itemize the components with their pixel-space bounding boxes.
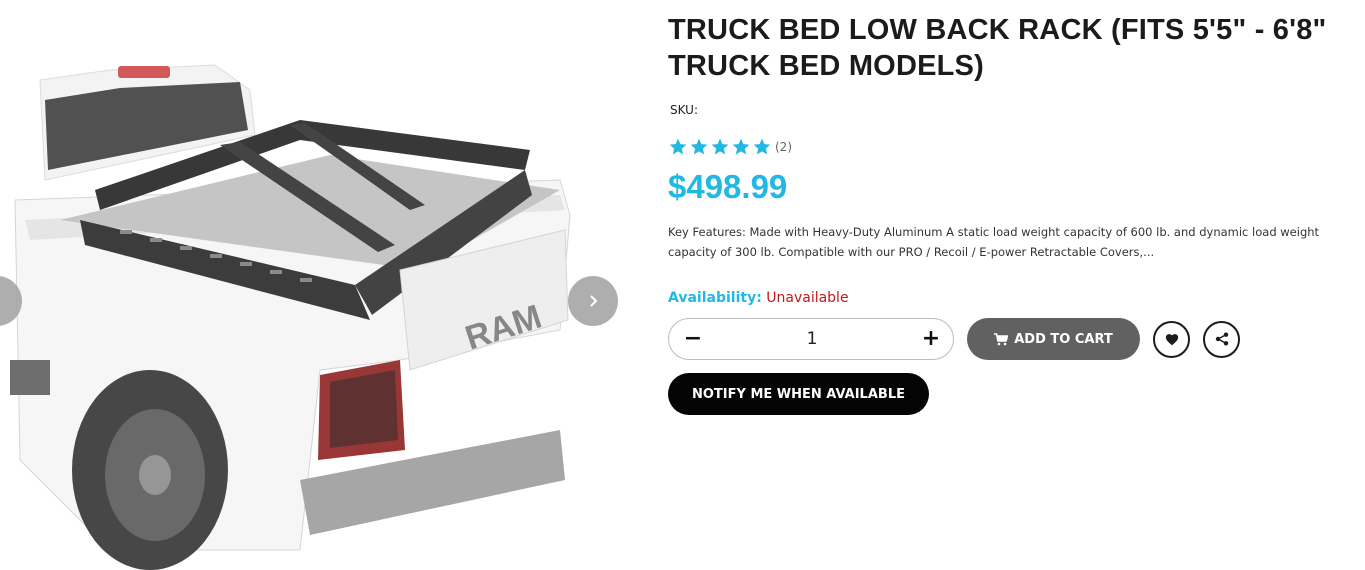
product-price: $498.99 [668,168,788,205]
quantity-decrease-button[interactable]: − [683,328,703,350]
product-description: Key Features: Made with Heavy-Duty Alumi… [668,225,1320,259]
notify-me-button[interactable]: NOTIFY ME WHEN AVAILABLE [668,373,929,415]
availability-status: Unavailable [766,290,849,306]
chevron-right-icon [590,295,598,307]
star-icon [711,138,729,155]
purchase-actions: − 1 + ADD TO CART [668,318,1240,360]
sku: SKU: [668,103,1358,119]
star-icon [753,138,771,155]
quantity-increase-button[interactable]: + [921,328,941,350]
review-count[interactable]: (2) [775,140,792,154]
star-rating [668,137,772,157]
chevron-left-icon [0,294,4,308]
quantity-input[interactable]: 1 [807,329,818,349]
star-icon [732,138,750,155]
wishlist-button[interactable] [1153,320,1190,358]
star-icon [669,138,687,155]
quantity-stepper: − 1 + [668,318,954,360]
share-button[interactable] [1203,320,1240,358]
product-image: RAM [0,30,640,570]
product-info: TRUCK BED LOW BACK RACK (FITS 5'5" - 6'8… [668,12,1358,310]
share-icon [1215,332,1228,346]
star-icon [690,138,708,155]
gallery-next-button[interactable] [568,276,618,326]
product-gallery: RAM [0,0,640,570]
product-title: TRUCK BED LOW BACK RACK (FITS 5'5" - 6'8… [668,14,1327,82]
sku-label: SKU: [670,103,698,117]
availability-label: Availability: [668,290,762,306]
rating[interactable]: (2) [668,137,1358,157]
cart-icon [994,332,1009,345]
heart-icon [1165,333,1178,345]
add-to-cart-label: ADD TO CART [1014,331,1113,347]
availability: Availability: Unavailable [668,290,1358,310]
add-to-cart-button[interactable]: ADD TO CART [967,318,1140,360]
